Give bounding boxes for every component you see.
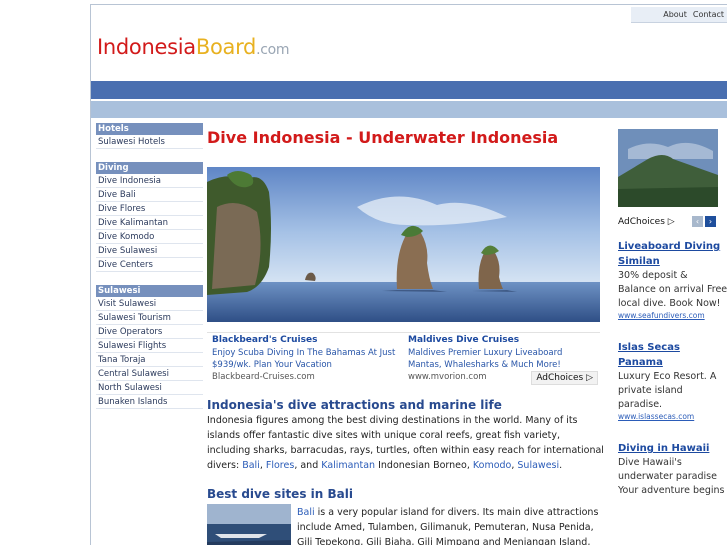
paragraph-text: , and (294, 460, 322, 471)
about-link[interactable]: About (663, 10, 687, 19)
ad-title[interactable]: Maldives Dive Cruises (408, 335, 594, 345)
sidebar-item-dive-bali[interactable]: Dive Bali (96, 188, 203, 202)
volcano-ad-image[interactable] (618, 129, 718, 207)
right-ad-liveaboard[interactable]: Liveaboard Diving Similan 30% deposit & … (618, 239, 727, 320)
link-sulawesi[interactable]: Sulawesi (517, 460, 559, 471)
contact-link[interactable]: Contact (693, 10, 724, 19)
ad-blackbeards[interactable]: Blackbeard's Cruises Enjoy Scuba Diving … (207, 333, 403, 384)
ad-description[interactable]: Luxury Eco Resort. A private island para… (618, 370, 727, 412)
ad-title[interactable]: Diving in Hawaii (618, 441, 727, 456)
sub-nav-bar (91, 101, 727, 118)
sidebar-item-dive-sulawesi[interactable]: Dive Sulawesi (96, 244, 203, 258)
ad-description[interactable]: Enjoy Scuba Diving In The Bahamas At Jus… (212, 347, 398, 371)
right-ad-hawaii[interactable]: Diving in Hawaii Dive Hawaii's underwate… (618, 441, 727, 498)
logo-part-com: .com (256, 42, 290, 58)
ad-description[interactable]: 30% deposit & Balance on arrival Free lo… (618, 269, 727, 311)
link-bali[interactable]: Bali (242, 460, 260, 471)
sidebar-item-dive-operators[interactable]: Dive Operators (96, 325, 203, 339)
next-ad-button[interactable]: › (705, 216, 716, 227)
sidebar-item-bunaken-islands[interactable]: Bunaken Islands (96, 395, 203, 409)
paragraph-text: . (559, 460, 563, 471)
sidebar-heading-sulawesi: Sulawesi (96, 285, 203, 297)
sidebar-item-dive-centers[interactable]: Dive Centers (96, 258, 203, 272)
ad-url[interactable]: www.seafundivers.com (618, 311, 727, 320)
sidebar-item-dive-indonesia[interactable]: Dive Indonesia (96, 174, 203, 188)
section-paragraph: Indonesia figures among the best diving … (207, 413, 605, 473)
sidebar-item-sulawesi-flights[interactable]: Sulawesi Flights (96, 339, 203, 353)
top-links: About Contact (631, 7, 727, 23)
ad-block: Blackbeard's Cruises Enjoy Scuba Diving … (207, 332, 600, 385)
link-flores[interactable]: Flores (266, 460, 294, 471)
paragraph-text: is a very popular island for divers. Its… (297, 507, 599, 545)
section-heading: Indonesia's dive attractions and marine … (207, 398, 502, 412)
site-logo[interactable]: IndonesiaBoard.com (97, 35, 290, 59)
hero-photo (207, 167, 600, 322)
sidebar-item-north-sulawesi[interactable]: North Sulawesi (96, 381, 203, 395)
adchoices-label: AdChoices (536, 373, 584, 383)
ad-title[interactable]: Islas Secas Panama (618, 340, 727, 370)
sidebar-item-visit-sulawesi[interactable]: Visit Sulawesi (96, 297, 203, 311)
adchoices-label: AdChoices (618, 216, 665, 227)
ad-title[interactable]: Liveaboard Diving Similan (618, 239, 727, 269)
logo-part-board: Board (195, 35, 257, 59)
sidebar-item-tana-toraja[interactable]: Tana Toraja (96, 353, 203, 367)
sidebar-item-dive-flores[interactable]: Dive Flores (96, 202, 203, 216)
prev-ad-button[interactable]: ‹ (692, 216, 703, 227)
section-heading: Best dive sites in Bali (207, 487, 353, 501)
adchoices-button[interactable]: AdChoices ▷ (531, 371, 598, 385)
right-ad-column: AdChoices ▷ ‹ › Liveaboard Diving Simila… (618, 129, 727, 498)
logo-part-indonesia: Indonesia (97, 35, 196, 59)
right-adchoices-row: AdChoices ▷ ‹ › (618, 216, 716, 227)
bali-section: Bali is a very popular island for divers… (207, 504, 605, 545)
sidebar-item-dive-kalimantan[interactable]: Dive Kalimantan (96, 216, 203, 230)
section-paragraph: Bali is a very popular island for divers… (297, 505, 605, 545)
sidebar-item-sulawesi-hotels[interactable]: Sulawesi Hotels (96, 135, 203, 149)
ad-description[interactable]: Maldives Premier Luxury Liveaboard Manta… (408, 347, 594, 371)
sidebar-item-central-sulawesi[interactable]: Central Sulawesi (96, 367, 203, 381)
nav-bar (91, 81, 727, 99)
sidebar-heading-hotels: Hotels (96, 123, 203, 135)
adchoices-button[interactable]: AdChoices ▷ (618, 217, 675, 227)
ad-url[interactable]: Blackbeard-Cruises.com (212, 372, 398, 382)
sidebar-item-dive-komodo[interactable]: Dive Komodo (96, 230, 203, 244)
link-kalimantan[interactable]: Kalimantan (321, 460, 375, 471)
page-title: Dive Indonesia - Underwater Indonesia (207, 128, 559, 147)
sidebar: Hotels Sulawesi Hotels Diving Dive Indon… (96, 123, 203, 409)
sidebar-item-sulawesi-tourism[interactable]: Sulawesi Tourism (96, 311, 203, 325)
main-content: Dive Indonesia - Underwater Indonesia Bl… (207, 123, 605, 545)
ad-description[interactable]: Dive Hawaii's underwater paradise Your a… (618, 456, 727, 498)
sidebar-heading-diving: Diving (96, 162, 203, 174)
ad-title[interactable]: Blackbeard's Cruises (212, 335, 398, 345)
link-komodo[interactable]: Komodo (473, 460, 511, 471)
adchoices-icon: ▷ (586, 373, 593, 383)
ad-url[interactable]: www.islassecas.com (618, 412, 727, 421)
ad-nav-arrows: ‹ › (692, 216, 716, 227)
link-bali[interactable]: Bali (297, 507, 315, 518)
page-frame: About Contact IndonesiaBoard.com Hotels … (90, 4, 727, 545)
paragraph-text: Indonesian Borneo, (375, 460, 473, 471)
bali-thumbnail (207, 504, 291, 545)
right-ad-islas-secas[interactable]: Islas Secas Panama Luxury Eco Resort. A … (618, 340, 727, 421)
adchoices-icon: ▷ (667, 216, 675, 227)
